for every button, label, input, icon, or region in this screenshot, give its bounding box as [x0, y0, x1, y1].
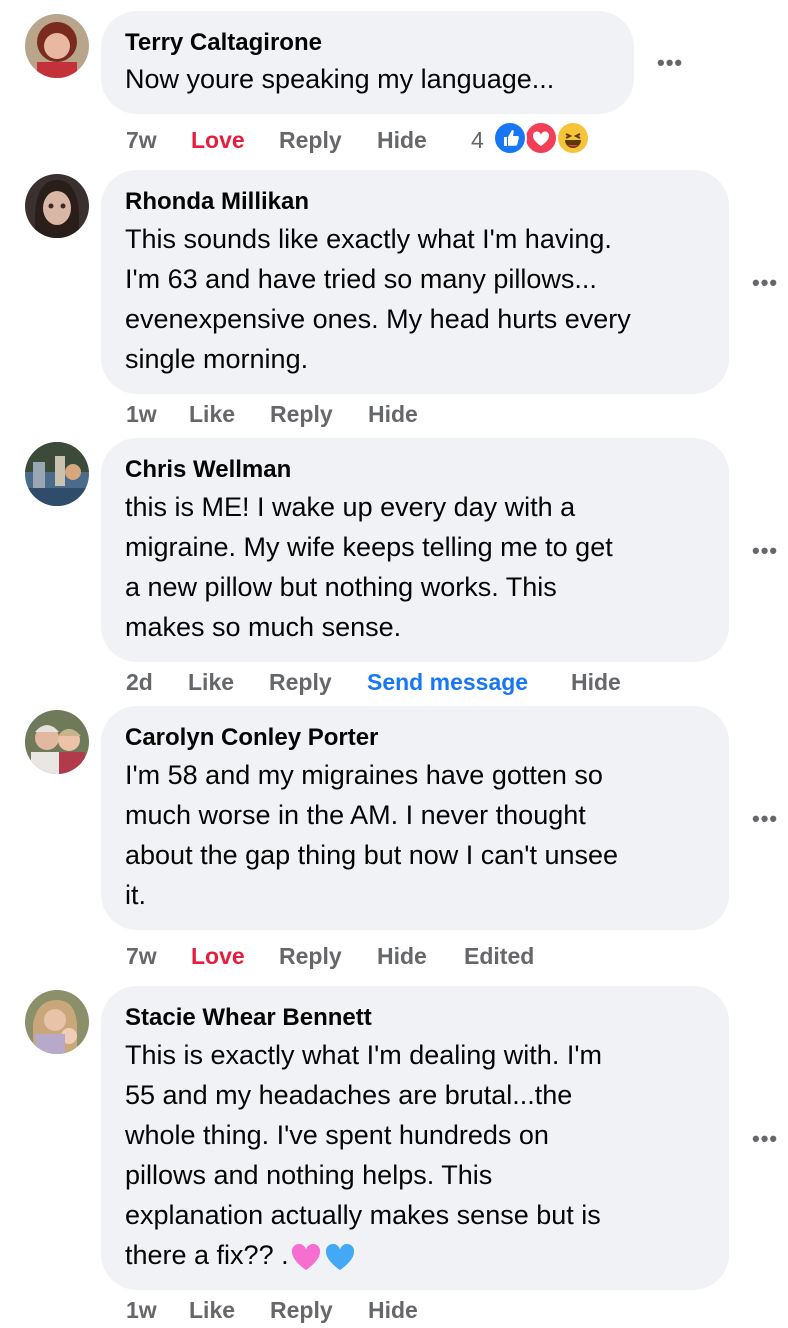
- hide-button[interactable]: Hide: [377, 943, 427, 970]
- comment-bubble: Rhonda Millikan This sounds like exactly…: [101, 170, 729, 394]
- timestamp[interactable]: 7w: [126, 943, 157, 970]
- comment-text: I'm 58 and my migraines have gotten so m…: [125, 760, 619, 910]
- reply-button[interactable]: Reply: [270, 1297, 333, 1324]
- avatar[interactable]: [25, 990, 89, 1054]
- comment: Stacie Whear Bennett This is exactly wha…: [0, 986, 788, 1328]
- avatar[interactable]: [25, 174, 89, 238]
- comment-author[interactable]: Chris Wellman: [125, 456, 291, 484]
- more-options-icon[interactable]: •••: [752, 1126, 778, 1152]
- like-reaction-icon[interactable]: [493, 121, 527, 155]
- comment: Carolyn Conley Porter I'm 58 and my migr…: [0, 706, 788, 986]
- more-options-icon[interactable]: •••: [657, 50, 683, 76]
- avatar[interactable]: [25, 14, 89, 78]
- more-options-icon[interactable]: •••: [752, 806, 778, 832]
- avatar[interactable]: [25, 442, 89, 506]
- edited-label: Edited: [464, 943, 535, 969]
- comment-text: This sounds like exactly what I'm having…: [125, 224, 631, 374]
- comment-author[interactable]: Stacie Whear Bennett: [125, 1004, 372, 1032]
- comment-bubble: Carolyn Conley Porter I'm 58 and my migr…: [101, 706, 729, 930]
- timestamp[interactable]: 1w: [126, 401, 157, 428]
- love-reaction-icon[interactable]: [524, 121, 558, 155]
- comment-bubble: Chris Wellman this is ME! I wake up ever…: [101, 438, 729, 662]
- hide-button[interactable]: Hide: [377, 127, 427, 154]
- comment-author[interactable]: Rhonda Millikan: [125, 188, 309, 216]
- comment-author[interactable]: Carolyn Conley Porter: [125, 724, 378, 752]
- comment-bubble: Stacie Whear Bennett This is exactly wha…: [101, 986, 729, 1290]
- send-message-button[interactable]: Send message: [367, 669, 528, 696]
- hide-button[interactable]: Hide: [571, 669, 621, 696]
- reaction-count[interactable]: 4: [471, 127, 484, 154]
- haha-reaction-icon[interactable]: [556, 121, 590, 155]
- love-button[interactable]: Love: [191, 943, 245, 970]
- hide-button[interactable]: Hide: [368, 1297, 418, 1324]
- pink-heart-icon: [291, 1243, 320, 1270]
- timestamp[interactable]: 1w: [126, 1297, 157, 1324]
- reply-button[interactable]: Reply: [279, 943, 342, 970]
- comment: Chris Wellman this is ME! I wake up ever…: [0, 438, 788, 706]
- timestamp[interactable]: 2d: [126, 669, 153, 696]
- like-button[interactable]: Like: [189, 401, 235, 428]
- comment: Rhonda Millikan This sounds like exactly…: [0, 170, 788, 438]
- comment-author[interactable]: Terry Caltagirone: [125, 29, 322, 57]
- comment-text: This is exactly what I'm dealing with. I…: [125, 1035, 725, 1275]
- more-options-icon[interactable]: •••: [752, 270, 778, 296]
- reply-button[interactable]: Reply: [270, 401, 333, 428]
- comment: Terry Caltagirone Now youre speaking my …: [0, 0, 788, 170]
- comment-text-body: This is exactly what I'm dealing with. I…: [125, 1040, 602, 1270]
- timestamp[interactable]: 7w: [126, 127, 157, 154]
- comment-text: Now youre speaking my language...: [125, 64, 555, 94]
- comment-bubble: Terry Caltagirone Now youre speaking my …: [101, 11, 634, 114]
- hide-button[interactable]: Hide: [368, 401, 418, 428]
- reply-button[interactable]: Reply: [269, 669, 332, 696]
- more-options-icon[interactable]: •••: [752, 538, 778, 564]
- avatar[interactable]: [25, 710, 89, 774]
- like-button[interactable]: Like: [188, 669, 234, 696]
- reply-button[interactable]: Reply: [279, 127, 342, 154]
- comment-text: this is ME! I wake up every day with a m…: [125, 492, 613, 642]
- blue-heart-icon: [325, 1243, 354, 1270]
- love-button[interactable]: Love: [191, 127, 245, 154]
- like-button[interactable]: Like: [189, 1297, 235, 1324]
